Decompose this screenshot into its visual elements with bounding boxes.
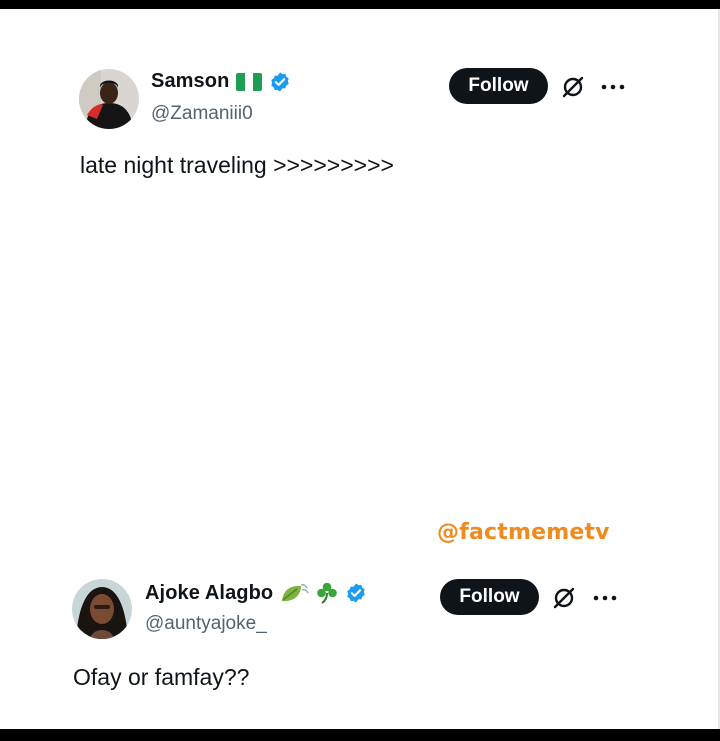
more-options-icon[interactable] — [600, 83, 626, 91]
grok-icon[interactable] — [561, 75, 585, 99]
avatar[interactable] — [72, 579, 132, 639]
follow-button[interactable]: Follow — [449, 68, 548, 104]
author-name-row: Ajoke Alagbo — [145, 581, 367, 605]
author-name-row: Samson — [151, 70, 291, 93]
avatar-image — [72, 579, 132, 639]
avatar[interactable] — [79, 69, 139, 129]
author-name[interactable]: Samson — [151, 70, 229, 93]
more-options-icon[interactable] — [592, 594, 618, 602]
follow-button[interactable]: Follow — [440, 579, 539, 615]
verified-badge-icon[interactable] — [269, 71, 291, 93]
author-handle[interactable]: @Zamaniii0 — [151, 103, 253, 125]
author-name[interactable]: Ajoke Alagbo — [145, 582, 273, 605]
leaf-wind-icon — [282, 584, 309, 602]
grok-icon[interactable] — [552, 586, 576, 610]
author-handle[interactable]: @auntyajoke_ — [145, 613, 267, 635]
top-border — [0, 0, 720, 9]
nigeria-flag-icon — [236, 72, 263, 91]
watermark: @factmemetv — [437, 520, 610, 545]
shamrock-icon — [317, 582, 338, 604]
avatar-image — [79, 69, 139, 129]
bottom-border — [0, 729, 720, 741]
tweet-text: late night traveling >>>>>>>>> — [80, 152, 394, 178]
verified-badge-icon[interactable] — [345, 582, 367, 604]
tweet-text: Ofay or famfay?? — [73, 664, 250, 690]
